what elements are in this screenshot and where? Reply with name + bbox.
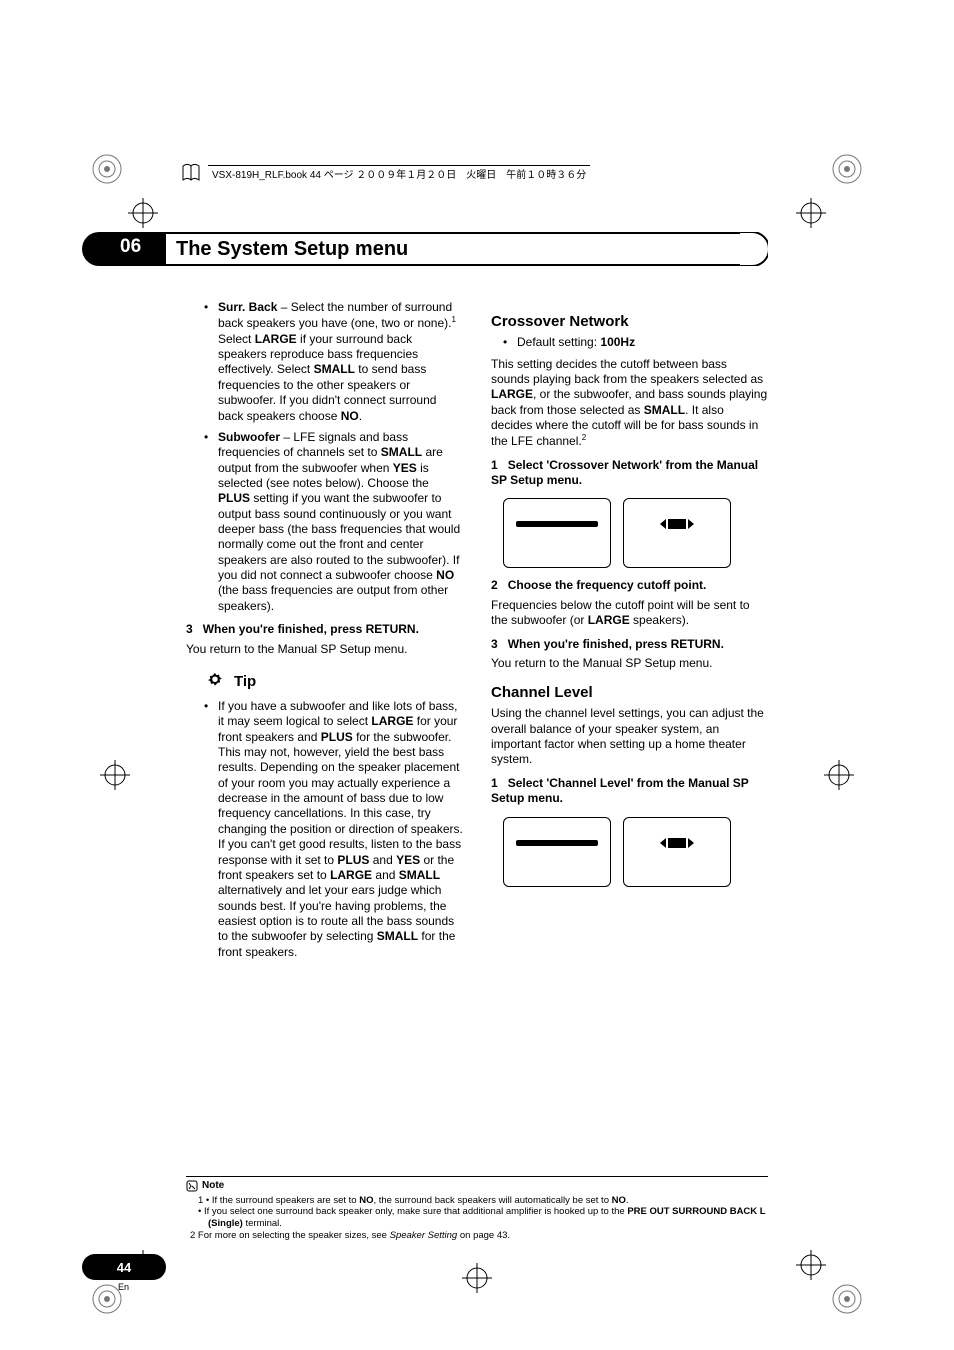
channel-step1: 1 Select 'Channel Level' from the Manual… <box>491 776 768 807</box>
tip-label: Tip <box>234 672 256 691</box>
crossover-paragraph: This setting decides the cutoff between … <box>491 357 768 450</box>
bookbar: VSX-819H_RLF.book 44 ページ ２００９年１月２０日 火曜日 … <box>180 160 590 186</box>
left-column: • Surr. Back – Select the number of surr… <box>186 300 463 1172</box>
crop-mark-icon <box>100 760 130 790</box>
footnote-1b: • If you select one surround back speake… <box>186 1206 768 1230</box>
subwoofer-bullet: Subwoofer – LFE signals and bass frequen… <box>218 430 463 614</box>
display-panel-icon <box>503 498 611 568</box>
note-icon <box>186 1180 198 1192</box>
crossover-heading: Crossover Network <box>491 312 768 331</box>
default-setting: Default setting: 100Hz <box>517 335 768 350</box>
registration-mark-icon <box>826 1278 868 1320</box>
display-panel-icon <box>503 817 611 887</box>
crossover-step3: 3 When you're finished, press RETURN. <box>491 637 768 652</box>
crossover-step2-after: Frequencies below the cutoff point will … <box>491 598 768 629</box>
right-column: Crossover Network • Default setting: 100… <box>491 300 768 1172</box>
crop-mark-icon <box>796 198 826 228</box>
gear-icon <box>204 671 226 693</box>
channel-heading: Channel Level <box>491 683 768 702</box>
page-number: 44 <box>117 1261 131 1274</box>
display-panel-icon <box>623 498 731 568</box>
crop-mark-icon <box>128 198 158 228</box>
registration-mark-icon <box>86 148 128 190</box>
crossover-step3-after: You return to the Manual SP Setup menu. <box>491 656 768 671</box>
crop-mark-icon <box>796 1250 826 1280</box>
chapter-title: The System Setup menu <box>176 238 408 261</box>
footnote-1a: 1 • If the surround speakers are set to … <box>186 1195 768 1207</box>
bookbar-text: VSX-819H_RLF.book 44 ページ ２００９年１月２０日 火曜日 … <box>208 166 590 181</box>
chapter-header: 06 The System Setup menu <box>82 232 768 266</box>
book-icon <box>180 162 202 184</box>
crossover-step1: 1 Select 'Crossover Network' from the Ma… <box>491 458 768 489</box>
page-number-badge: 44 <box>82 1254 166 1280</box>
page-language: En <box>118 1282 129 1292</box>
display-diagram-row <box>503 498 768 568</box>
crossover-step2: 2 Choose the frequency cutoff point. <box>491 578 768 593</box>
crop-mark-icon <box>824 760 854 790</box>
crop-mark-icon <box>462 1263 492 1293</box>
registration-mark-icon <box>826 148 868 190</box>
channel-paragraph: Using the channel level settings, you ca… <box>491 706 768 767</box>
display-panel-icon <box>623 817 731 887</box>
footnotes: Note 1 • If the surround speakers are se… <box>186 1176 768 1242</box>
note-label: Note <box>202 1180 224 1193</box>
left-step3: 3 When you're finished, press RETURN. <box>186 622 463 637</box>
chapter-number: 06 <box>120 236 141 258</box>
tip-text: If you have a subwoofer and like lots of… <box>218 699 463 960</box>
footnote-2: 2 For more on selecting the speaker size… <box>186 1230 768 1242</box>
surr-back-bullet: Surr. Back – Select the number of surrou… <box>218 300 463 424</box>
chapter-curve-icon <box>738 232 768 266</box>
display-diagram-row <box>503 817 768 887</box>
left-step3-after: You return to the Manual SP Setup menu. <box>186 642 463 657</box>
